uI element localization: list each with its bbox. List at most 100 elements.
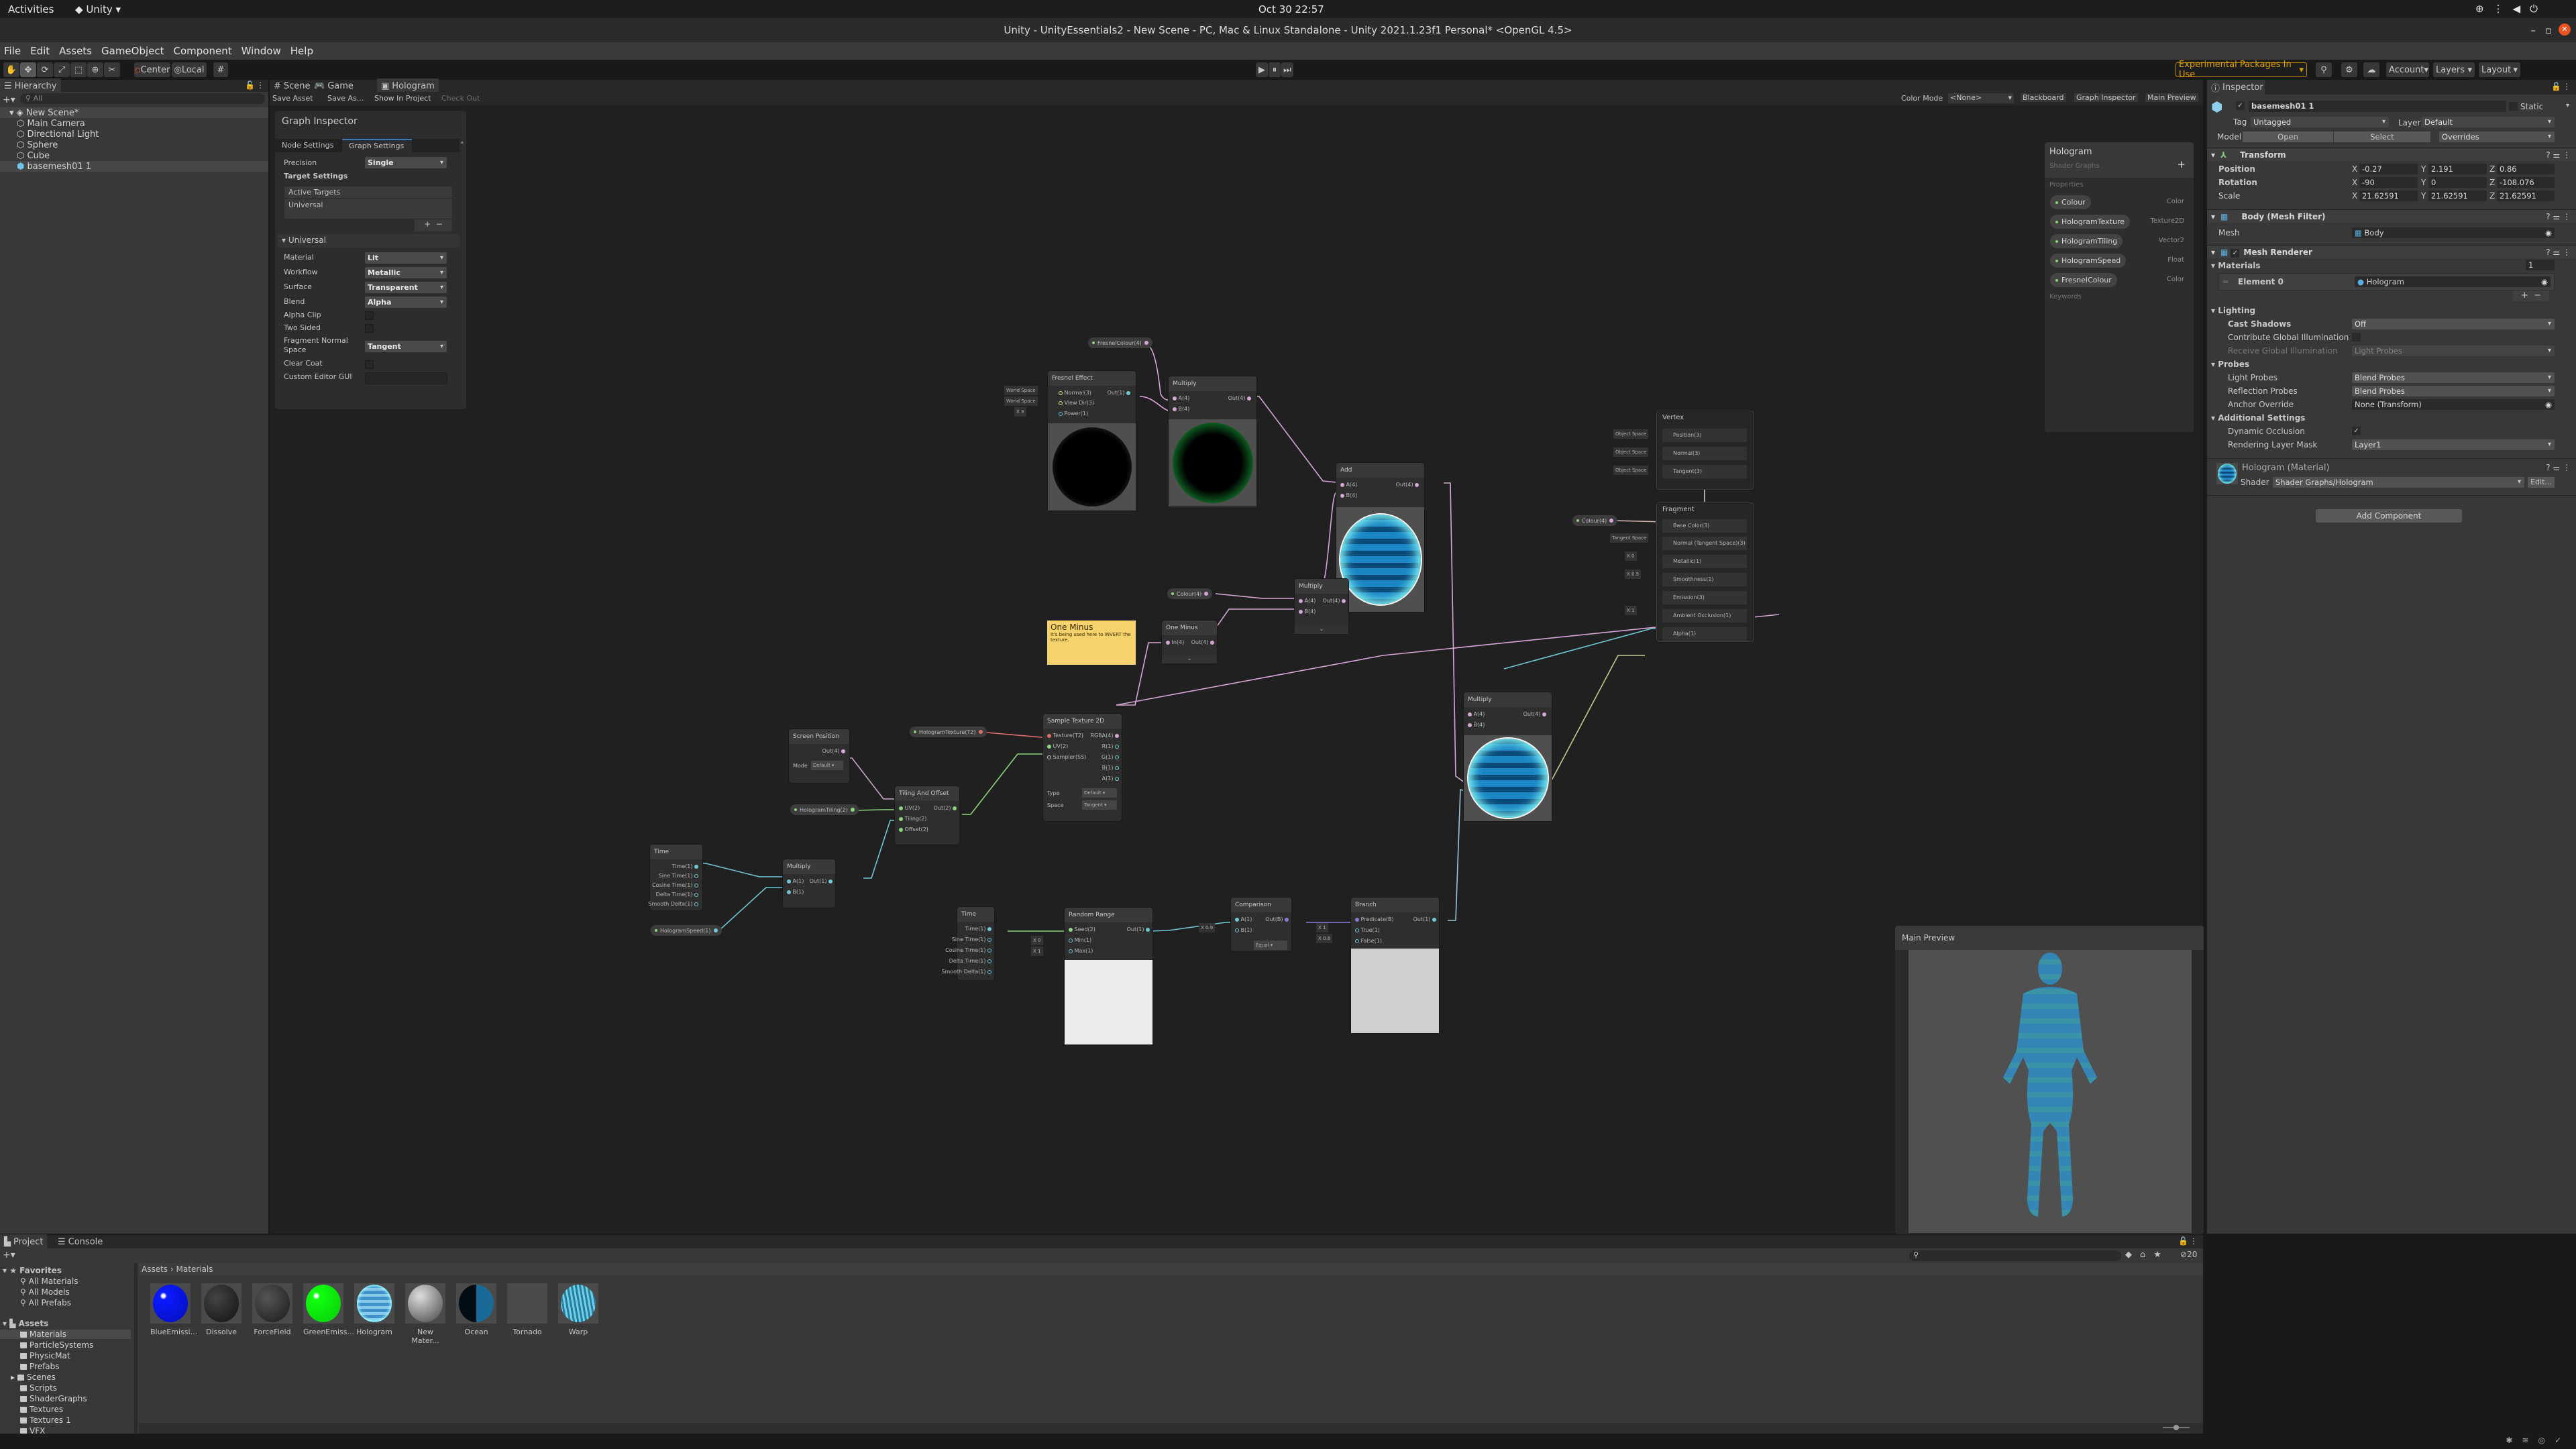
fragment-normal-slot[interactable]: Normal (Tangent Space)(3) — [1662, 537, 1747, 550]
mesh-filter-header[interactable]: ▾ ▦ Body (Mesh Filter)? ⚌ ⋮ — [2207, 209, 2576, 223]
normal-tangent-space-input[interactable]: Tangent Space — [1610, 533, 1649, 543]
save-as-button[interactable]: Save As... — [327, 94, 364, 103]
alpha-clip-checkbox[interactable] — [365, 311, 374, 320]
pivot-center-toggle[interactable]: ▫ Center — [134, 62, 170, 77]
port-out[interactable]: Out(1) — [1413, 916, 1436, 922]
port-r[interactable]: R(1) — [1102, 743, 1119, 749]
favorite-all-prefabs[interactable]: ⚲ All Prefabs — [20, 1298, 71, 1307]
port-offset[interactable]: Offset(2) — [899, 826, 928, 833]
drag-handle-icon[interactable]: ═ — [2223, 277, 2228, 286]
target-item[interactable]: Universal — [284, 199, 452, 211]
vertex-tangent-slot[interactable]: Tangent(3) — [1662, 465, 1747, 478]
port-out[interactable] — [1609, 519, 1614, 523]
object-picker-icon[interactable]: ◉ — [2545, 399, 2555, 410]
fragment-ao-slot[interactable]: Ambient Occlusion(1) — [1662, 609, 1747, 623]
port-sine[interactable]: Sine Time(1) — [952, 936, 991, 943]
position-z-input[interactable]: 0.86 — [2497, 164, 2555, 174]
hidden-packages-toggle[interactable]: ⊘20 — [2180, 1250, 2197, 1259]
rendering-layer-mask-dropdown[interactable]: Layer1 — [2352, 439, 2555, 450]
experimental-packages-button[interactable]: Experimental Packages In Use ▾ — [2176, 60, 2307, 80]
graph-inspector-toggle[interactable]: Graph Inspector — [2074, 93, 2138, 102]
type-dropdown[interactable]: Default ▾ — [1082, 788, 1117, 798]
position-space-input[interactable]: Object Space — [1613, 429, 1649, 439]
cloud-button[interactable]: ☁ — [2363, 62, 2379, 77]
shader-dropdown[interactable]: Shader Graphs/Hologram — [2273, 477, 2524, 488]
blackboard-property-hologramtexture[interactable]: HologramTexture — [2050, 215, 2131, 229]
custom-editor-gui-input[interactable] — [365, 372, 447, 384]
add-target-button[interactable]: + — [424, 219, 431, 229]
remove-target-button[interactable]: − — [436, 219, 443, 229]
port-out[interactable]: Out(4) — [1323, 598, 1346, 604]
hierarchy-item[interactable]: ⬡ Directional Light — [0, 129, 268, 140]
menu-window[interactable]: Window — [241, 45, 281, 57]
light-probes-dropdown[interactable]: Blend Probes — [2352, 372, 2555, 383]
object-picker-icon[interactable]: ◉ — [2545, 227, 2555, 238]
position-y-input[interactable]: 2.191 — [2428, 164, 2487, 174]
port-out[interactable]: Out(4) — [1228, 395, 1251, 401]
fragment-emission-slot[interactable]: Emission(3) — [1662, 591, 1747, 604]
port-cosine[interactable]: Cosine Time(1) — [945, 947, 991, 953]
port-out[interactable]: Out(4) — [1523, 711, 1546, 717]
slider-handle[interactable] — [2174, 1425, 2179, 1430]
port-out[interactable]: Out(4) — [1191, 639, 1214, 645]
surface-dropdown[interactable]: Transparent — [365, 282, 447, 293]
menu-edit[interactable]: Edit — [30, 45, 50, 57]
active-checkbox[interactable]: ✓ — [2236, 101, 2245, 110]
hologram-speed-property-node[interactable]: HologramSpeed(1) — [651, 925, 722, 936]
more-icon[interactable]: ⋮ — [256, 80, 264, 90]
comparison-op-dropdown[interactable]: Equal ▾ — [1254, 941, 1287, 950]
assets-foldout[interactable]: ▾ ▙ Assets — [3, 1319, 48, 1328]
open-model-button[interactable]: Open — [2243, 131, 2333, 142]
tangent-space-input[interactable]: Object Space — [1613, 466, 1649, 475]
port-time[interactable]: Time(1) — [672, 863, 698, 869]
blackboard-property-hologramspeed[interactable]: HologramSpeed — [2050, 254, 2127, 268]
materials-count-input[interactable]: 1 — [2526, 260, 2555, 270]
port-normal[interactable]: Normal(3) — [1059, 390, 1091, 396]
scene-row[interactable]: ▾ ◈ New Scene* — [0, 107, 268, 118]
tab-project[interactable]: ▙ Project — [0, 1234, 48, 1249]
anchor-override-field[interactable]: None (Transform) ◉ — [2352, 399, 2555, 410]
network-icon[interactable]: ◎ — [2538, 1436, 2554, 1445]
add-component-button[interactable]: Add Component — [2316, 509, 2462, 523]
normal-space-input[interactable]: World Space — [1004, 386, 1038, 395]
add-material-button[interactable]: + — [2521, 290, 2528, 301]
check-out-button[interactable]: Check Out — [441, 94, 480, 103]
project-search-input[interactable]: ⚲ — [1909, 1250, 2121, 1261]
cast-shadows-dropdown[interactable]: Off — [2352, 319, 2555, 329]
blend-dropdown[interactable]: Alpha — [365, 297, 447, 308]
port-out[interactable] — [713, 928, 718, 932]
hologram-texture-property-node[interactable]: HologramTexture(T2) — [910, 727, 987, 737]
check-icon[interactable]: ✓ — [2555, 1436, 2571, 1445]
menu-help[interactable]: Help — [290, 45, 313, 57]
menu-assets[interactable]: Assets — [59, 45, 92, 57]
tab-graph-settings[interactable]: Graph Settings — [342, 139, 412, 152]
transform-tool-button[interactable]: ⊕ — [87, 62, 103, 77]
time-node-2[interactable]: Time Time(1) Sine Time(1) Cosine Time(1)… — [941, 907, 994, 980]
component-menu-icons[interactable]: ? ⚌ ⋮ — [2546, 463, 2571, 472]
port-seed[interactable]: Seed(2) — [1069, 926, 1095, 932]
port-a[interactable]: A(4) — [1173, 395, 1189, 401]
add-property-button[interactable]: + — [2177, 158, 2186, 170]
port-true[interactable]: True(1) — [1355, 927, 1380, 933]
rotation-y-input[interactable]: 0 — [2428, 177, 2487, 188]
asset-forcefield[interactable]: ForceField — [252, 1283, 292, 1336]
hologram-tiling-property-node[interactable]: HologramTiling(2) — [790, 804, 859, 815]
hierarchy-item[interactable]: ⬡ Cube — [0, 150, 268, 161]
services-button[interactable]: ⚙ — [2341, 62, 2357, 77]
main-preview-toggle[interactable]: Main Preview — [2145, 93, 2198, 102]
asset-new-material[interactable]: New Mater... — [405, 1283, 445, 1345]
port-time[interactable]: Time(1) — [965, 926, 991, 932]
tag-dropdown[interactable]: Untagged — [2251, 117, 2389, 127]
multiply-time-node[interactable]: Multiply A(1) B(1) Out(1) — [783, 859, 835, 908]
viewdir-space-input[interactable]: World Space — [1004, 396, 1038, 406]
tab-scene[interactable]: # Scene — [270, 78, 315, 93]
fragment-basecolor-slot[interactable]: Base Color(3) — [1662, 519, 1747, 533]
colour-property-node[interactable]: Colour(4) — [1167, 588, 1213, 599]
port-b[interactable]: B(1) — [787, 889, 804, 895]
two-sided-checkbox[interactable] — [365, 324, 374, 333]
port-tiling[interactable]: Tiling(2) — [899, 816, 926, 822]
favorite-all-models[interactable]: ⚲ All Models — [20, 1287, 70, 1297]
folder-scenes[interactable]: ▸ Scenes — [11, 1373, 56, 1382]
app-menu[interactable]: ◆ Unity ▾ — [75, 3, 121, 15]
port-uv[interactable]: UV(2) — [899, 805, 920, 811]
